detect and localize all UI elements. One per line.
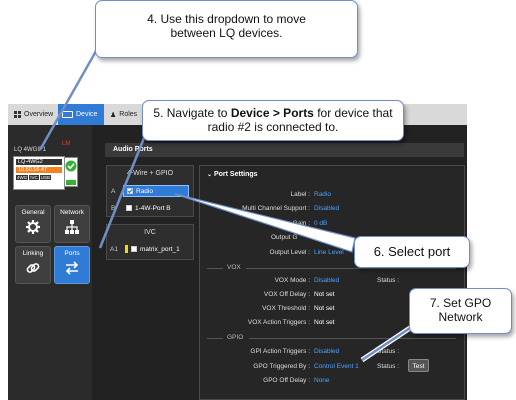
callout-5: 5. Navigate to Device > Ports for device… [142, 100, 404, 141]
callout-7: 7. Set GPO Network [409, 288, 512, 334]
callout-5-bold: Device > Ports [230, 106, 314, 120]
pointer-4 [38, 43, 102, 151]
callout-6: 6. Select port [354, 236, 470, 268]
callout-5-prefix: 5. Navigate to [153, 106, 231, 120]
pointer-6 [174, 193, 356, 253]
callout-pointers [38, 43, 427, 363]
callout-4: 4. Use this dropdown to move between LQ … [95, 0, 358, 58]
